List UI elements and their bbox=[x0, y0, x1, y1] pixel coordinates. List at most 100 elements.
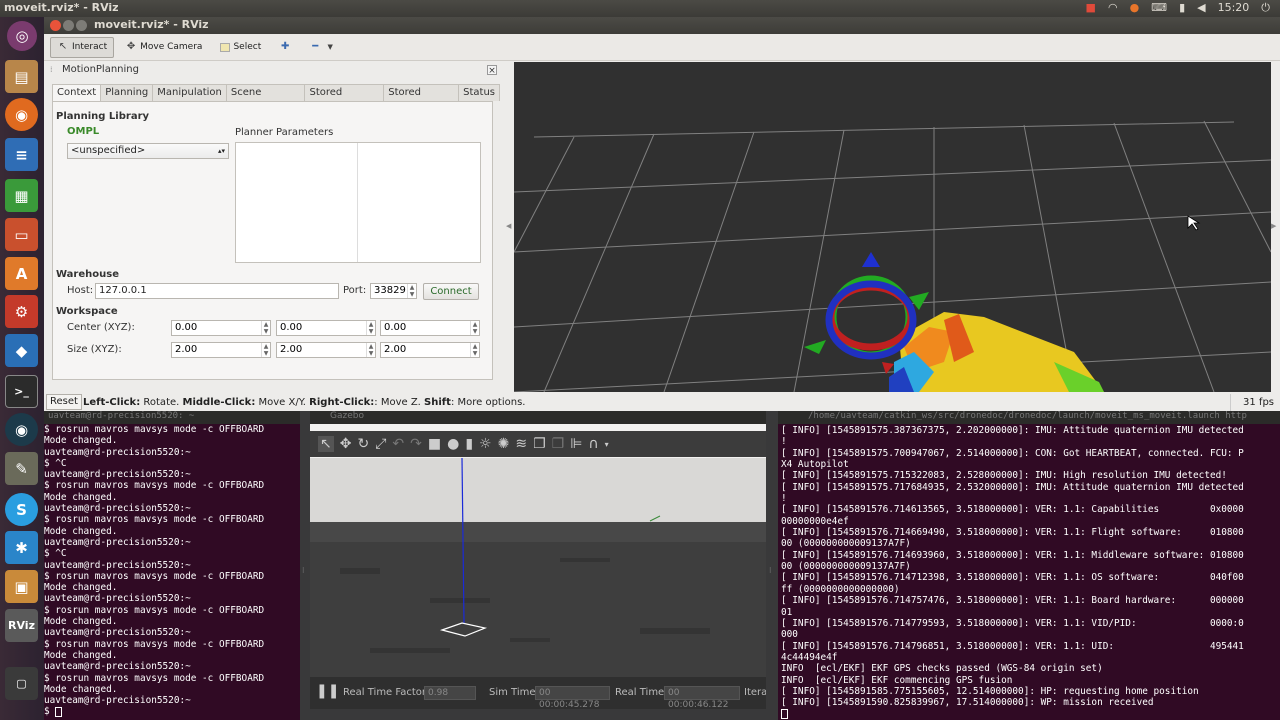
spin-arrows-icon[interactable]: ▲ ▼ bbox=[470, 321, 479, 335]
box-shape-icon[interactable]: ■ bbox=[428, 436, 441, 452]
firefox-icon[interactable]: ◉ bbox=[5, 98, 38, 131]
tab-manipulation[interactable]: Manipulation bbox=[152, 84, 227, 101]
terminal-splitter-left[interactable]: ⁝ bbox=[300, 411, 310, 720]
volume-icon[interactable]: ◀ bbox=[1197, 1, 1205, 15]
translate-mode-icon[interactable]: ✥ bbox=[340, 436, 352, 452]
tab-scene-objects[interactable]: Scene Objects bbox=[225, 84, 306, 114]
battery-icon[interactable]: ▮ bbox=[1179, 1, 1185, 15]
terminal-icon[interactable]: >_ bbox=[5, 375, 38, 408]
redo-icon[interactable]: ↷ bbox=[410, 436, 422, 452]
size-z-spinbox[interactable]: 2.00 ▲ ▼ bbox=[380, 342, 480, 358]
more-tools-icon[interactable]: ▾ bbox=[605, 440, 609, 449]
right-splitter-arrow-icon[interactable]: ▶ bbox=[1271, 222, 1276, 230]
maximize-window-button[interactable] bbox=[76, 20, 87, 31]
hint-rotate: Rotate. bbox=[140, 397, 183, 408]
tab-stored-scenes[interactable]: Stored Scenes bbox=[304, 84, 385, 114]
log-line: ! bbox=[781, 436, 787, 448]
tab-planning[interactable]: Planning bbox=[100, 84, 154, 101]
dash-icon[interactable]: ◎ bbox=[7, 21, 37, 51]
clock[interactable]: 15:20 bbox=[1218, 1, 1250, 15]
pause-icon[interactable]: ❚❚ bbox=[316, 683, 339, 699]
planner-parameters-table[interactable] bbox=[235, 142, 481, 263]
align-icon[interactable]: ⊫ bbox=[570, 436, 582, 452]
focus-tool[interactable]: ✚ bbox=[272, 37, 298, 58]
skype-icon[interactable]: S bbox=[5, 493, 38, 526]
host-input[interactable]: 127.0.0.1 bbox=[95, 283, 339, 299]
log-line: [ INFO] [1545891575.715322083, 2.5280000… bbox=[781, 470, 1227, 482]
minimize-window-button[interactable] bbox=[63, 20, 74, 31]
package-icon[interactable]: ▣ bbox=[5, 570, 38, 603]
terminal-right-prompt[interactable] bbox=[778, 709, 1280, 720]
directional-light-icon[interactable]: ≋ bbox=[515, 436, 527, 452]
reset-button[interactable]: Reset bbox=[46, 394, 82, 410]
close-panel-button[interactable]: × bbox=[487, 65, 497, 76]
terminal-line: Mode changed. bbox=[44, 683, 118, 695]
spin-arrows-icon[interactable]: ▲ ▼ bbox=[366, 343, 375, 357]
gazebo-3d-scene[interactable] bbox=[310, 458, 766, 677]
interact-tool[interactable]: ↖ Interact bbox=[50, 36, 115, 58]
trash-icon[interactable]: ▢ bbox=[5, 667, 38, 700]
terminal-left[interactable]: uavteam@rd-precision5520: ~ $ rosrun mav… bbox=[44, 411, 300, 720]
software-center-icon[interactable]: A bbox=[5, 257, 38, 290]
gazebo-icon[interactable]: ✱ bbox=[5, 531, 38, 564]
sim-time-value: 00 00:00:45.278 bbox=[535, 686, 610, 710]
size-y-spinbox[interactable]: 2.00 ▲ ▼ bbox=[276, 342, 376, 358]
impress-icon[interactable]: ▭ bbox=[5, 218, 38, 251]
settings-icon[interactable]: ⚙ bbox=[5, 295, 38, 328]
spin-arrows-icon[interactable]: ▲ ▼ bbox=[261, 321, 270, 335]
center-z-spinbox[interactable]: 0.00 ▲ ▼ bbox=[380, 320, 480, 336]
rviz-status-bar: Reset Left-Click: Rotate. Middle-Click: … bbox=[44, 394, 1280, 411]
planner-select[interactable]: <unspecified> ▴▾ bbox=[67, 143, 229, 159]
3d-viewport[interactable] bbox=[514, 62, 1271, 392]
spin-arrows-icon[interactable]: ▲ ▼ bbox=[261, 343, 270, 357]
port-spinbox[interactable]: 33829 ▲ ▼ bbox=[370, 283, 417, 299]
planner-name: OMPL bbox=[67, 126, 100, 137]
calc-icon[interactable]: ▦ bbox=[5, 179, 38, 212]
size-x-spinbox[interactable]: 2.00 ▲ ▼ bbox=[171, 342, 271, 358]
center-y-spinbox[interactable]: 0.00 ▲ ▼ bbox=[276, 320, 376, 336]
sphere-shape-icon[interactable]: ● bbox=[447, 436, 459, 452]
paste-icon[interactable]: ❐ bbox=[552, 436, 565, 452]
terminal-right[interactable]: /home/uavteam/catkin_ws/src/dronedoc/dro… bbox=[778, 411, 1280, 720]
tab-stored-states[interactable]: Stored States bbox=[383, 84, 460, 114]
snap-icon[interactable]: ∩ bbox=[588, 436, 598, 452]
files-icon[interactable]: ▤ bbox=[5, 60, 38, 93]
spin-arrows-icon[interactable]: ▲ ▼ bbox=[470, 343, 479, 357]
tab-context[interactable]: Context bbox=[52, 84, 102, 102]
update-icon[interactable]: ● bbox=[1130, 1, 1140, 15]
camera-icon[interactable]: ■ bbox=[1086, 1, 1096, 15]
spin-arrows-icon[interactable]: ▲ ▼ bbox=[407, 284, 416, 298]
move-camera-tool[interactable]: ✥ Move Camera bbox=[118, 37, 209, 58]
writer-icon[interactable]: ≡ bbox=[5, 138, 38, 171]
power-icon[interactable]: ⏻ bbox=[1261, 1, 1270, 15]
center-x-spinbox[interactable]: 0.00 ▲ ▼ bbox=[171, 320, 271, 336]
tab-status[interactable]: Status bbox=[458, 84, 500, 101]
active-window-title: moveit.rviz* - RViz bbox=[4, 1, 119, 14]
terminal-left-prompt[interactable]: $ bbox=[44, 706, 300, 717]
point-light-icon[interactable]: ☼ bbox=[479, 436, 492, 452]
connect-button[interactable]: Connect bbox=[423, 283, 479, 300]
undo-icon[interactable]: ↶ bbox=[392, 436, 404, 452]
panel-drag-icon[interactable]: ⁞ bbox=[50, 62, 53, 78]
spot-light-icon[interactable]: ✺ bbox=[498, 436, 510, 452]
add-tool-button[interactable]: ━ ▼ bbox=[302, 37, 343, 58]
spin-arrows-icon[interactable]: ▲ ▼ bbox=[366, 321, 375, 335]
text-cursor bbox=[55, 706, 63, 717]
gimp-icon[interactable]: ✎ bbox=[5, 452, 38, 485]
copy-icon[interactable]: ❐ bbox=[533, 436, 546, 452]
rviz-icon[interactable]: RViz bbox=[5, 609, 38, 642]
prompt-symbol: $ bbox=[44, 706, 56, 718]
select-mode-icon[interactable]: ↖ bbox=[318, 436, 334, 452]
select-tool[interactable]: Select bbox=[213, 37, 268, 58]
close-window-button[interactable] bbox=[50, 20, 61, 31]
scale-mode-icon[interactable]: ⤢ bbox=[375, 436, 386, 452]
vscode-icon[interactable]: ◆ bbox=[5, 334, 38, 367]
keyboard-icon[interactable]: ⌨ bbox=[1151, 1, 1167, 15]
terminal-line: $ rosrun mavros mavsys mode -c OFFBOARD bbox=[44, 480, 265, 492]
mysterious-app-icon[interactable]: ◉ bbox=[5, 413, 38, 446]
rotate-mode-icon[interactable]: ↻ bbox=[357, 436, 369, 452]
terminal-splitter-right[interactable]: ⁝ bbox=[766, 411, 778, 720]
left-splitter-arrow-icon[interactable]: ◀ bbox=[506, 222, 511, 230]
cylinder-shape-icon[interactable]: ▮ bbox=[465, 436, 473, 452]
wifi-icon[interactable]: ◠ bbox=[1108, 1, 1118, 15]
